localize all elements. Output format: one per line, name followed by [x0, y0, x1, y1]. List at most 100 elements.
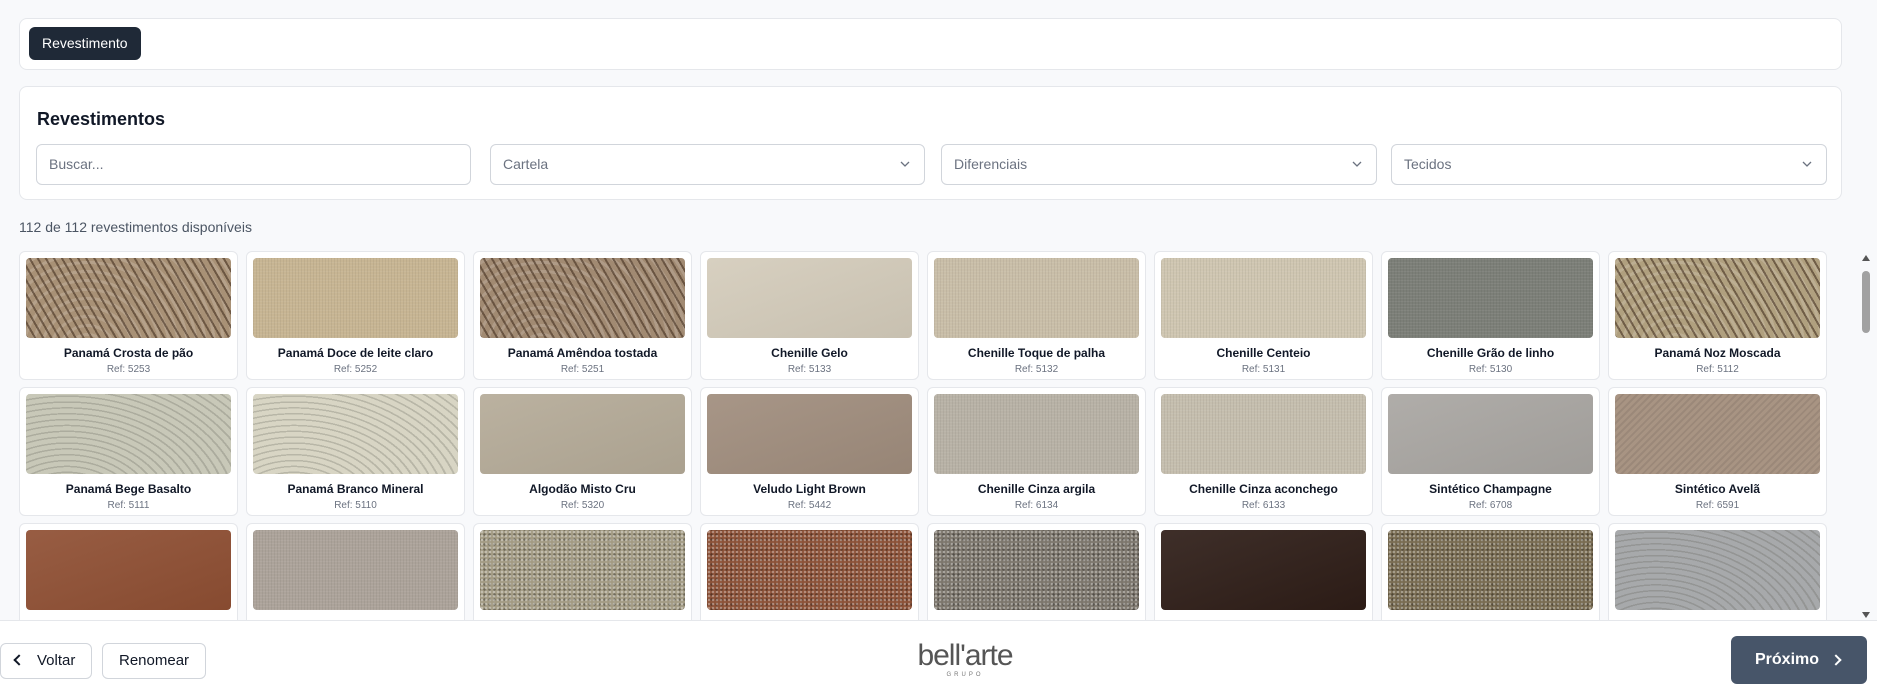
- swatch-name: Sintético Champagne: [1429, 482, 1552, 496]
- back-button-label: Voltar: [37, 652, 76, 669]
- swatch-ref: Ref: 5112: [1696, 364, 1739, 375]
- swatch-name: Veludo Light Brown: [753, 482, 866, 496]
- tecidos-select-label: Tecidos: [1404, 156, 1452, 172]
- swatch-name: Chenille Cinza aconchego: [1189, 482, 1338, 496]
- footer-bar: Voltar Renomear bell'arte GRUPO Próximo: [0, 620, 1877, 694]
- swatch-name: Chenille Toque de palha: [967, 346, 1106, 360]
- cartela-select[interactable]: Cartela: [490, 144, 925, 185]
- swatch-ref: Ref: 5320: [560, 500, 605, 511]
- swatch-name: Chenille Grão de linho: [1426, 346, 1555, 360]
- swatch-card[interactable]: Chenille Gelo Ref: 5133: [700, 251, 919, 380]
- swatch-ref: Ref: 5111: [107, 500, 150, 511]
- logo-subtext: GRUPO: [946, 672, 984, 678]
- chevron-down-icon: [900, 161, 910, 167]
- swatch-card[interactable]: [473, 523, 692, 620]
- cartela-select-label: Cartela: [503, 156, 549, 172]
- swatch-ref: Ref: 6591: [1695, 500, 1740, 511]
- swatch-name: Panamá Amêndoa tostada: [507, 346, 658, 360]
- filter-panel: Revestimentos Cartela Diferenciais Tecid…: [19, 86, 1842, 200]
- swatch-card[interactable]: Chenille Centeio Ref: 5131: [1154, 251, 1373, 380]
- swatch-card[interactable]: Algodão Misto Cru Ref: 5320: [473, 387, 692, 516]
- tab-revestimento[interactable]: Revestimento: [29, 27, 141, 60]
- swatch-image: [1388, 258, 1593, 338]
- swatch-ref: Ref: 5110: [334, 500, 377, 511]
- swatch-ref: Ref: 6133: [1241, 500, 1286, 511]
- swatch-ref: Ref: 5132: [1014, 364, 1059, 375]
- swatch-image: [26, 530, 231, 610]
- swatch-image: [26, 394, 231, 474]
- swatch-card[interactable]: Panamá Doce de leite claro Ref: 5252: [246, 251, 465, 380]
- swatch-card[interactable]: Chenille Cinza aconchego Ref: 6133: [1154, 387, 1373, 516]
- swatch-card[interactable]: Chenille Toque de palha Ref: 5132: [927, 251, 1146, 380]
- swatch-card[interactable]: [927, 523, 1146, 620]
- swatch-card[interactable]: Panamá Branco Mineral Ref: 5110: [246, 387, 465, 516]
- next-button[interactable]: Próximo: [1731, 636, 1867, 684]
- swatch-card[interactable]: [1381, 523, 1600, 620]
- swatch-image: [934, 530, 1139, 610]
- swatch-image: [934, 394, 1139, 474]
- swatch-card[interactable]: [1154, 523, 1373, 620]
- swatch-name: Algodão Misto Cru: [529, 482, 636, 496]
- swatch-ref: Ref: 5251: [560, 364, 605, 375]
- swatch-ref: Ref: 5442: [787, 500, 832, 511]
- swatch-card[interactable]: Sintético Avelã Ref: 6591: [1608, 387, 1827, 516]
- swatch-card[interactable]: Panamá Amêndoa tostada Ref: 5251: [473, 251, 692, 380]
- chevron-down-icon: [1352, 161, 1362, 167]
- swatch-image: [1615, 394, 1820, 474]
- scroll-up-icon[interactable]: [1862, 255, 1870, 261]
- swatch-image: [253, 258, 458, 338]
- swatch-image: [26, 258, 231, 338]
- swatch-image: [1161, 530, 1366, 610]
- grid-scrollbar[interactable]: [1859, 251, 1873, 620]
- swatch-card[interactable]: [19, 523, 238, 620]
- swatch-card[interactable]: Sintético Champagne Ref: 6708: [1381, 387, 1600, 516]
- swatch-ref: Ref: 5130: [1468, 364, 1513, 375]
- page-title: Revestimentos: [37, 109, 166, 129]
- tecidos-select[interactable]: Tecidos: [1391, 144, 1827, 185]
- swatch-image: [480, 394, 685, 474]
- back-button[interactable]: Voltar: [0, 643, 93, 679]
- logo-text: bell'arte: [917, 639, 1013, 672]
- search-input[interactable]: [49, 145, 458, 183]
- results-count: 112 de 112 revestimentos disponíveis: [19, 219, 252, 235]
- swatch-name: Chenille Gelo: [771, 346, 848, 360]
- diferenciais-select-label: Diferenciais: [954, 156, 1028, 172]
- swatch-name: Panamá Bege Basalto: [65, 482, 192, 496]
- next-button-label: Próximo: [1755, 651, 1820, 668]
- scroll-thumb[interactable]: [1862, 271, 1870, 333]
- search-field[interactable]: [36, 144, 471, 185]
- swatch-image: [1161, 394, 1366, 474]
- swatch-card[interactable]: [700, 523, 919, 620]
- swatch-image: [480, 258, 685, 338]
- swatch-image: [480, 530, 685, 610]
- scroll-down-icon[interactable]: [1862, 612, 1870, 618]
- swatch-card[interactable]: Chenille Cinza argila Ref: 6134: [927, 387, 1146, 516]
- swatch-card[interactable]: Veludo Light Brown Ref: 5442: [700, 387, 919, 516]
- swatch-image: [707, 394, 912, 474]
- swatch-ref: Ref: 5133: [787, 364, 832, 375]
- swatch-image: [1615, 530, 1820, 610]
- swatch-card[interactable]: [1608, 523, 1827, 620]
- swatch-card[interactable]: Panamá Noz Moscada Ref: 5112: [1608, 251, 1827, 380]
- swatch-image: [707, 530, 912, 610]
- swatch-name: Chenille Cinza argila: [977, 482, 1096, 496]
- swatch-image: [253, 530, 458, 610]
- swatch-image: [707, 258, 912, 338]
- swatch-ref: Ref: 6134: [1014, 500, 1059, 511]
- swatch-name: Chenille Centeio: [1216, 346, 1311, 360]
- swatch-card[interactable]: Panamá Bege Basalto Ref: 5111: [19, 387, 238, 516]
- swatch-image: [934, 258, 1139, 338]
- swatch-card[interactable]: Panamá Crosta de pão Ref: 5253: [19, 251, 238, 380]
- swatch-ref: Ref: 5253: [106, 364, 151, 375]
- swatch-card[interactable]: [246, 523, 465, 620]
- swatch-name: Sintético Avelã: [1674, 482, 1761, 496]
- swatch-ref: Ref: 5131: [1241, 364, 1286, 375]
- rename-button[interactable]: Renomear: [102, 643, 207, 679]
- swatch-card[interactable]: Chenille Grão de linho Ref: 5130: [1381, 251, 1600, 380]
- swatch-image: [1388, 394, 1593, 474]
- swatch-image: [1161, 258, 1366, 338]
- swatch-image: [253, 394, 458, 474]
- diferenciais-select[interactable]: Diferenciais: [941, 144, 1377, 185]
- swatch-name: Panamá Noz Moscada: [1654, 346, 1781, 360]
- swatch-image: [1615, 258, 1820, 338]
